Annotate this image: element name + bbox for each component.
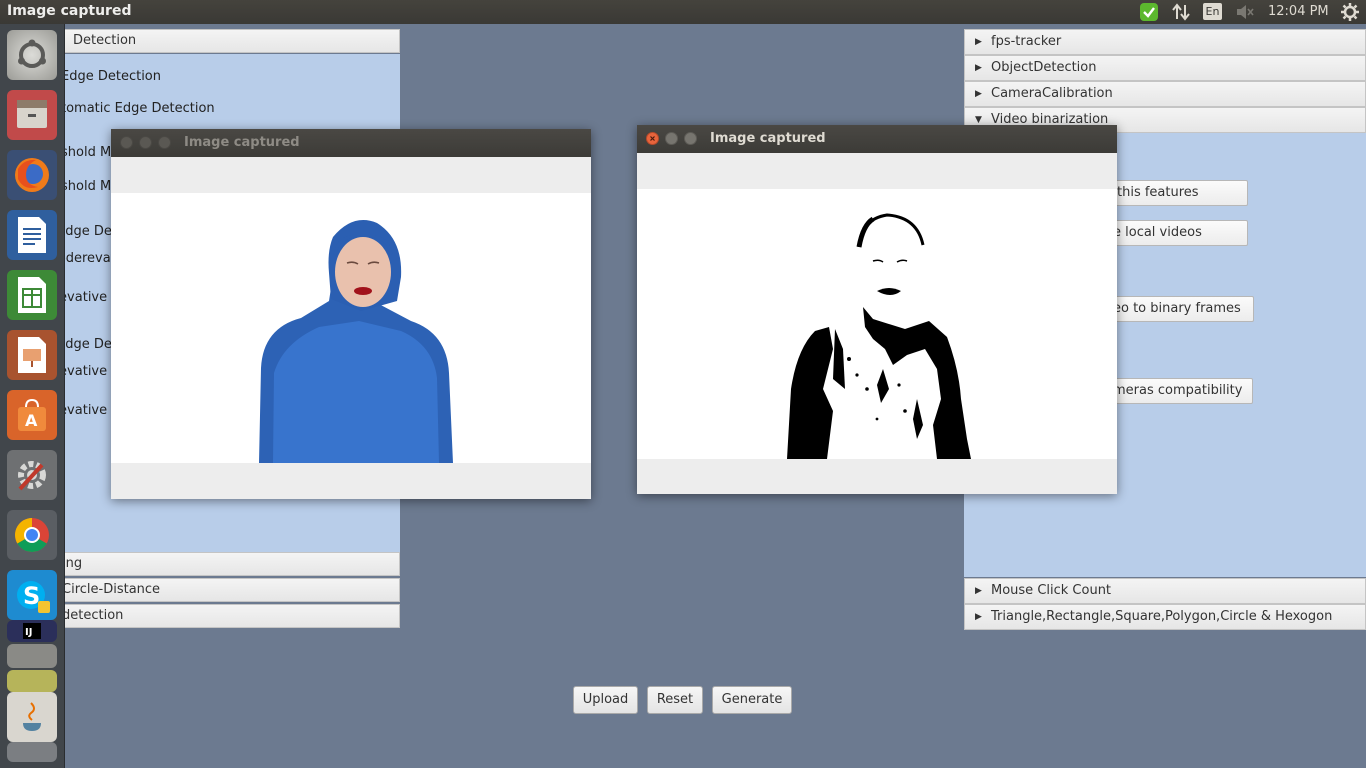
maximize-icon[interactable] xyxy=(684,132,697,145)
section-camera-calibration-label: CameraCalibration xyxy=(991,86,1113,101)
section-mouse-click-count-label: Mouse Click Count xyxy=(991,583,1112,598)
section-mouse-click-count[interactable]: ▶ Mouse Click Count xyxy=(964,578,1366,604)
close-icon[interactable] xyxy=(646,132,659,145)
firefox-icon[interactable] xyxy=(7,150,57,200)
image-captured-window-color[interactable]: Image captured xyxy=(111,129,591,499)
left-footer-section-3-label: detection xyxy=(62,608,124,623)
features-button[interactable]: this features xyxy=(1110,180,1248,206)
close-icon[interactable] xyxy=(120,136,133,149)
left-footer-section-1-label: ing xyxy=(62,556,83,571)
cameras-compatibility-button[interactable]: meras compatibility xyxy=(1106,378,1253,404)
window-titlebar[interactable]: Image captured xyxy=(111,129,591,157)
section-fps-tracker[interactable]: ▶ fps-tracker xyxy=(964,29,1366,55)
power-gear-icon[interactable] xyxy=(1338,2,1362,22)
section-shapes[interactable]: ▶ Triangle,Rectangle,Square,Polygon,Circl… xyxy=(964,604,1366,630)
trash-icon[interactable] xyxy=(7,742,57,762)
section-shapes-label: Triangle,Rectangle,Square,Polygon,Circle… xyxy=(991,609,1333,624)
expand-arrow-icon: ▶ xyxy=(975,586,982,596)
left-item-edge-detection[interactable]: Edge Detection xyxy=(61,69,161,84)
left-footer-section-2-label: Circle-Distance xyxy=(62,582,161,597)
left-item-edge-de-1[interactable]: Edge De xyxy=(57,224,112,239)
expand-arrow-icon: ▶ xyxy=(975,612,982,622)
local-videos-button[interactable]: e local videos xyxy=(1106,220,1248,246)
top-panel: Image captured En 12:04 PM xyxy=(0,0,1366,24)
search-app-icon[interactable] xyxy=(7,670,57,692)
svg-text:A: A xyxy=(25,411,38,430)
minimize-icon[interactable] xyxy=(665,132,678,145)
section-camera-calibration[interactable]: ▶ CameraCalibration xyxy=(964,81,1366,107)
video-to-binary-frames-button[interactable]: eo to binary frames xyxy=(1106,296,1254,322)
writer-icon[interactable] xyxy=(7,210,57,260)
network-updown-icon[interactable] xyxy=(1170,2,1192,22)
settings-icon[interactable] xyxy=(7,450,57,500)
clock[interactable]: 12:04 PM xyxy=(1268,4,1329,19)
svg-text:S: S xyxy=(23,582,40,610)
generate-button[interactable]: Generate xyxy=(712,686,792,714)
unity-launcher: A S IJ xyxy=(0,24,65,768)
reset-button[interactable]: Reset xyxy=(647,686,703,714)
image-captured-window-binary[interactable]: Image captured xyxy=(637,125,1117,494)
keyboard-language-indicator[interactable]: En xyxy=(1203,3,1222,20)
section-fps-tracker-label: fps-tracker xyxy=(991,34,1062,49)
intellij-icon[interactable]: IJ xyxy=(7,620,57,642)
impress-icon[interactable] xyxy=(7,330,57,380)
left-item-edge-de-2[interactable]: Edge De xyxy=(57,337,112,352)
left-section-header[interactable]: Detection xyxy=(64,29,400,53)
window-title: Image captured xyxy=(710,131,826,146)
section-object-detection-label: ObjectDetection xyxy=(991,60,1097,75)
left-footer-section-2[interactable]: Circle-Distance xyxy=(62,578,400,602)
software-center-icon[interactable]: A xyxy=(7,390,57,440)
volume-muted-icon[interactable] xyxy=(1234,2,1256,22)
left-footer-section-3[interactable]: detection xyxy=(62,604,400,628)
left-section-header-label: Detection xyxy=(73,33,137,48)
binary-frame-image xyxy=(637,189,1117,459)
calc-icon[interactable] xyxy=(7,270,57,320)
svg-text:IJ: IJ xyxy=(25,627,32,638)
chrome-icon[interactable] xyxy=(7,510,57,560)
left-item-auto-edge[interactable]: tomatic Edge Detection xyxy=(61,101,215,116)
active-window-title: Image captured xyxy=(7,3,132,19)
window-title: Image captured xyxy=(184,135,300,150)
expand-arrow-icon: ▶ xyxy=(975,89,982,99)
left-footer-section-1[interactable]: ing xyxy=(62,552,400,576)
upload-button[interactable]: Upload xyxy=(573,686,638,714)
window-titlebar[interactable]: Image captured xyxy=(637,125,1117,153)
files-icon[interactable] xyxy=(7,90,57,140)
terminal-icon[interactable] xyxy=(7,644,57,668)
skype-icon[interactable]: S xyxy=(7,570,57,620)
java-icon[interactable] xyxy=(7,692,57,742)
expand-arrow-icon: ▶ xyxy=(975,63,982,73)
maximize-icon[interactable] xyxy=(158,136,171,149)
section-object-detection[interactable]: ▶ ObjectDetection xyxy=(964,55,1366,81)
captured-color-image xyxy=(111,193,591,463)
minimize-icon[interactable] xyxy=(139,136,152,149)
expand-arrow-icon: ▶ xyxy=(975,37,982,47)
update-shield-icon[interactable] xyxy=(1138,2,1160,22)
ubuntu-dash-icon[interactable] xyxy=(7,30,57,80)
